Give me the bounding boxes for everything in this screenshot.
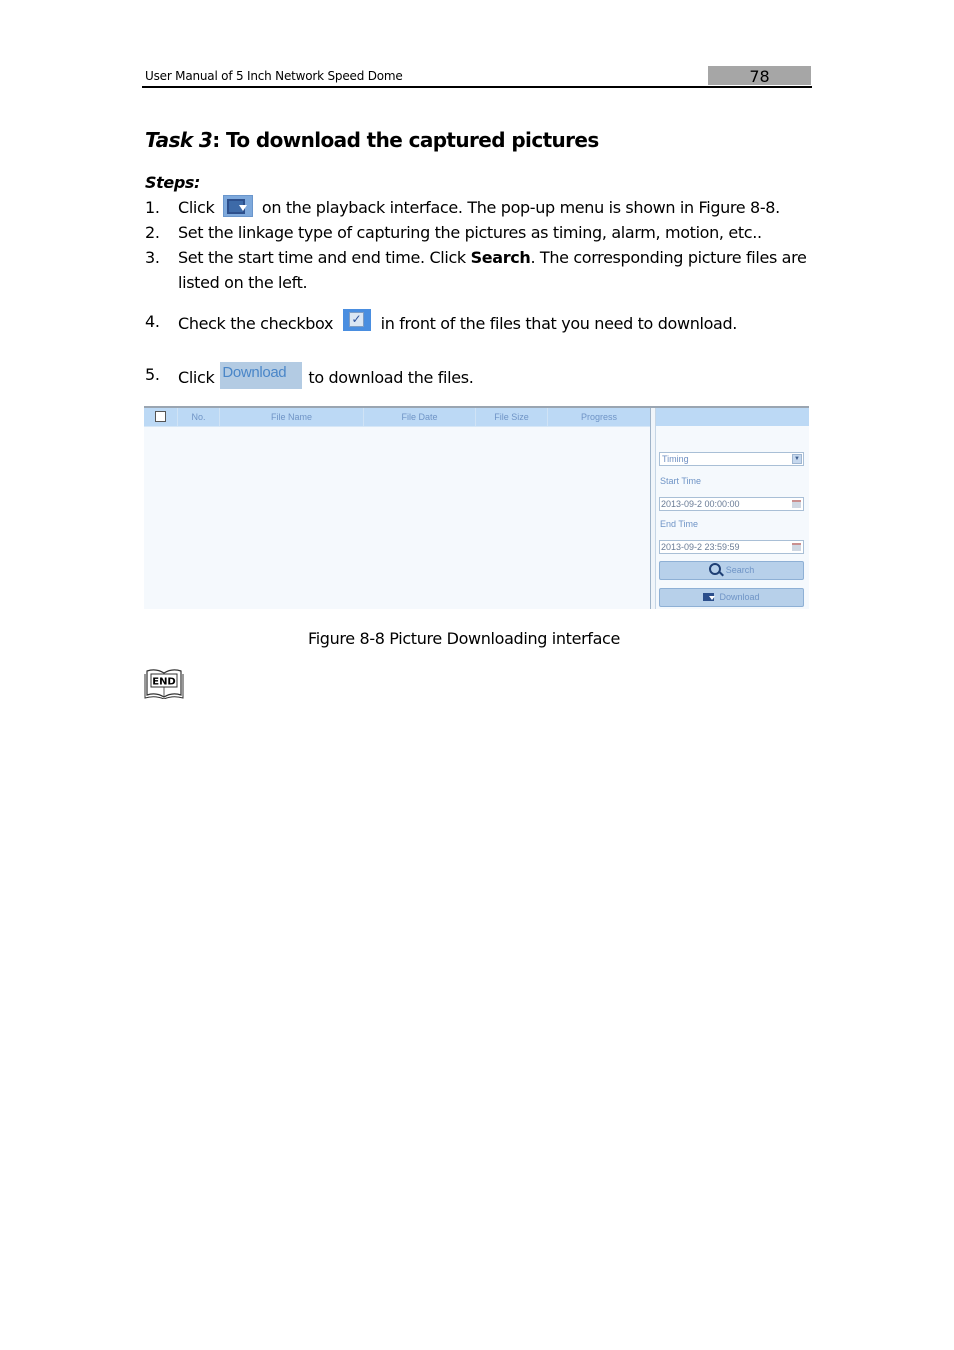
column-header-file-date[interactable]: File Date xyxy=(364,408,476,426)
end-book-icon: END xyxy=(144,669,184,699)
steps-label: Steps: xyxy=(145,173,200,192)
step-number: 3. xyxy=(145,248,160,267)
start-time-input[interactable]: 2013-09-2 00:00:00 xyxy=(659,497,804,511)
capture-type-value: Timing xyxy=(662,454,689,464)
step-text: in front of the files that you need to d… xyxy=(380,314,738,333)
select-all-checkbox[interactable] xyxy=(155,411,166,422)
search-button[interactable]: Search xyxy=(659,561,804,580)
chevron-down-icon[interactable]: ▼ xyxy=(792,454,802,464)
step-text: Set the start time and end time. Click xyxy=(178,248,471,267)
step-text: Set the linkage type of capturing the pi… xyxy=(178,223,762,242)
task-heading: Task 3: To download the captured picture… xyxy=(145,128,599,152)
capture-type-select[interactable]: Timing ▼ xyxy=(659,452,804,466)
step-text: Click xyxy=(178,198,215,217)
step-text: on the playback interface. The pop-up me… xyxy=(261,198,780,217)
step-number: 4. xyxy=(145,312,160,331)
file-table-header: No. File Name File Date File Size Progre… xyxy=(144,408,650,427)
end-time-value: 2013-09-2 23:59:59 xyxy=(661,542,740,552)
column-header-progress[interactable]: Progress xyxy=(548,408,650,426)
select-all-cell xyxy=(144,408,178,426)
download-button-illustration: Download xyxy=(220,362,303,389)
step-text: listed on the left. xyxy=(178,273,308,292)
download-button-label: Download xyxy=(719,592,760,602)
calendar-icon[interactable] xyxy=(792,500,801,508)
step-text: . The corresponding picture files are xyxy=(530,248,807,267)
task-title: : To download the captured pictures xyxy=(212,128,599,152)
step-number: 1. xyxy=(145,198,160,217)
export-icon xyxy=(223,195,254,217)
page-number: 78 xyxy=(749,67,770,86)
running-header-title: User Manual of 5 Inch Network Speed Dome xyxy=(145,69,403,83)
end-time-label: End Time xyxy=(660,519,699,529)
header-rule xyxy=(142,86,812,88)
download-button[interactable]: Download xyxy=(659,588,804,607)
start-time-value: 2013-09-2 00:00:00 xyxy=(661,499,740,509)
step-number: 5. xyxy=(145,365,160,384)
step-text: Click xyxy=(178,368,215,387)
column-header-no[interactable]: No. xyxy=(178,408,220,426)
step-number: 2. xyxy=(145,223,160,242)
step-text: to download the files. xyxy=(308,368,474,387)
search-icon xyxy=(708,563,721,575)
checkbox-checked-icon: ✓ xyxy=(342,309,371,331)
figure-caption: Figure 8-8 Picture Downloading interface xyxy=(308,629,620,648)
column-header-file-name[interactable]: File Name xyxy=(220,408,364,426)
end-time-input[interactable]: 2013-09-2 23:59:59 xyxy=(659,540,804,554)
calendar-icon[interactable] xyxy=(792,543,801,551)
search-button-label: Search xyxy=(725,565,755,575)
step-text: Check the checkbox xyxy=(178,314,334,333)
search-keyword: Search xyxy=(470,248,531,267)
download-icon xyxy=(703,593,716,601)
end-label: END xyxy=(152,677,176,688)
column-header-file-size[interactable]: File Size xyxy=(476,408,548,426)
start-time-label: Start Time xyxy=(660,476,702,486)
side-panel-header xyxy=(656,408,809,426)
task-prefix: Task 3 xyxy=(145,128,213,152)
